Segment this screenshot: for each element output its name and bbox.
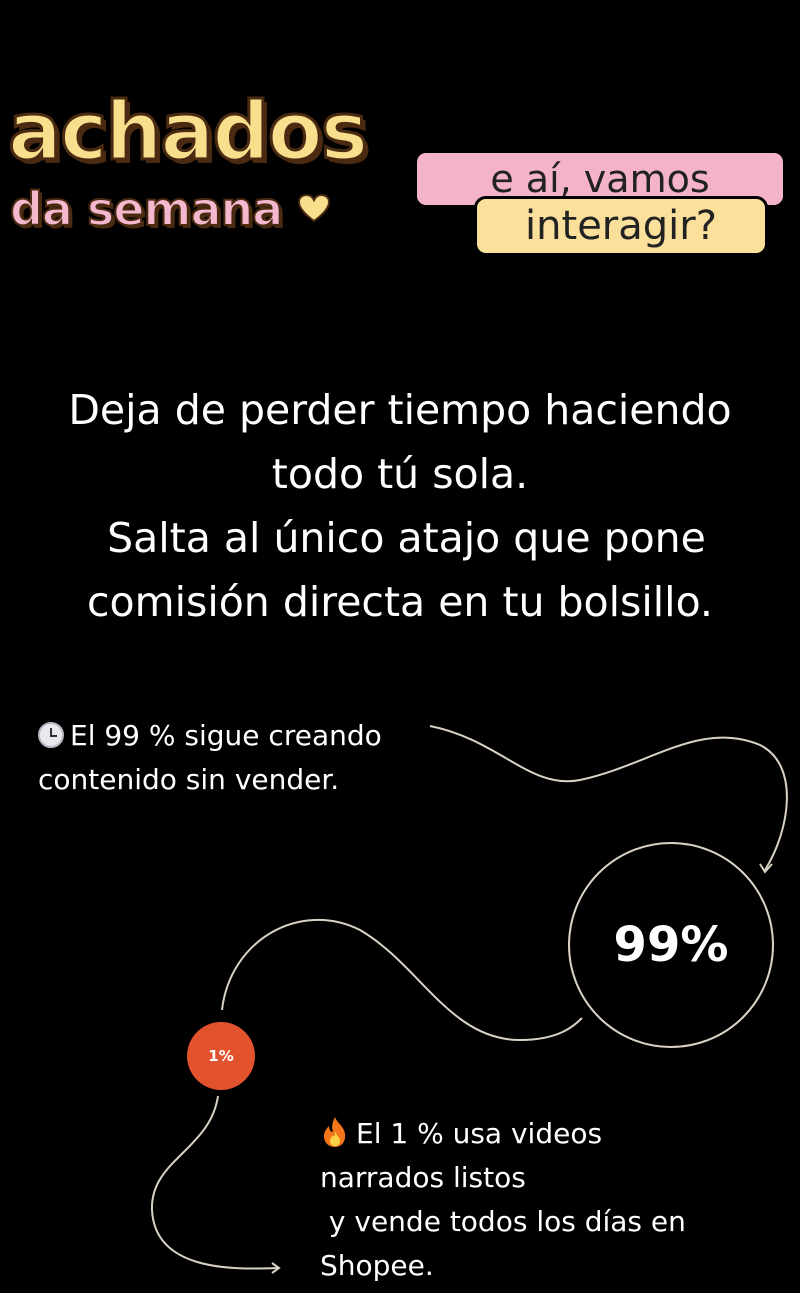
connector-bottom	[150, 1095, 279, 1270]
stat-99-circle: 99%	[568, 842, 774, 1048]
logo-line2: da semana	[9, 185, 331, 233]
connector-middle	[221, 919, 583, 1042]
clock-icon	[38, 722, 64, 748]
stat-1-circle: 1%	[187, 1022, 255, 1090]
badge-interagir-text: interagir?	[525, 203, 717, 249]
logo-line2-text: da semana	[9, 182, 284, 236]
stat-1-value: 1%	[208, 1047, 234, 1065]
connector-top	[429, 725, 788, 871]
stat-99-value: 99%	[613, 917, 729, 973]
logo-line1: achados	[6, 85, 369, 178]
stat-99-line-2: contenido sin vender.	[38, 763, 340, 796]
headline-line-3: Salta al único atajo que pone	[94, 514, 706, 562]
headline-line-4: comisión directa en tu bolsillo.	[87, 578, 713, 626]
stat-1-line-2: narrados listos	[320, 1161, 526, 1194]
fire-icon	[324, 1117, 346, 1147]
stat-1-note: El 1 % usa videos narrados listos y vend…	[320, 1112, 740, 1288]
stat-99-line-1: El 99 % sigue creando	[70, 719, 382, 752]
stat-99-note: El 99 % sigue creando contenido sin vend…	[38, 714, 428, 802]
stat-1-line-1: El 1 % usa videos	[356, 1117, 603, 1150]
badge-vamos-text: e aí, vamos	[490, 157, 710, 201]
headline: Deja de perder tiempo haciendo todo tú s…	[20, 378, 780, 634]
headline-line-1: Deja de perder tiempo haciendo	[68, 386, 732, 434]
stat-1-line-3: y vende todos los días en	[320, 1205, 686, 1238]
badge-interagir: interagir?	[474, 196, 768, 256]
heart-icon	[298, 193, 331, 223]
headline-line-2: todo tú sola.	[271, 450, 529, 498]
stat-1-line-4: Shopee.	[320, 1249, 434, 1282]
